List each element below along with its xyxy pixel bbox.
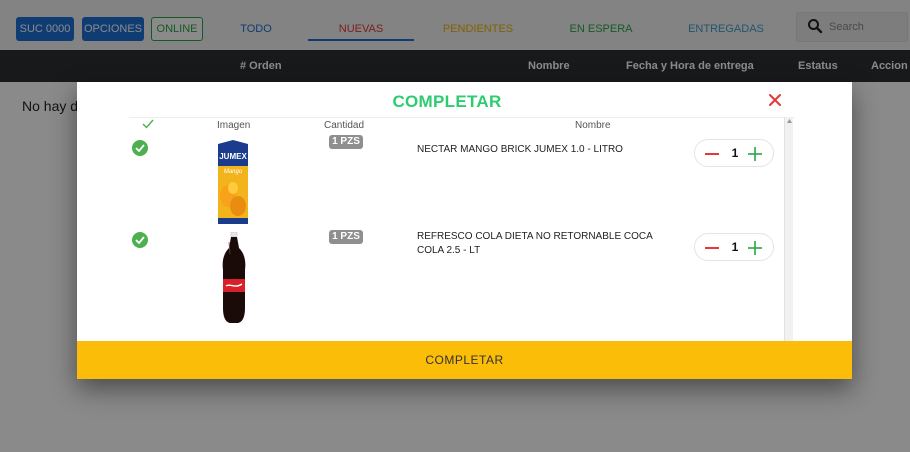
plus-icon[interactable]: [747, 240, 763, 256]
column-header-imagen: Imagen: [217, 120, 251, 131]
quantity-badge: 1 PZS: [329, 135, 363, 149]
complete-button[interactable]: COMPLETAR: [77, 341, 852, 379]
minus-icon[interactable]: [705, 153, 719, 155]
modal-title: COMPLETAR: [392, 92, 502, 111]
close-icon[interactable]: [768, 93, 782, 107]
plus-icon[interactable]: [747, 146, 763, 162]
item-checked-icon[interactable]: [132, 140, 148, 156]
quantity-value: 1: [731, 146, 739, 160]
jumex-brand-text: JUMEX: [219, 152, 247, 161]
check-column-icon: [142, 119, 154, 129]
jumex-mango-carton-image: JUMEX Mango: [218, 140, 248, 224]
column-header-nombre: Nombre: [575, 120, 611, 131]
quantity-stepper[interactable]: 1: [694, 139, 774, 167]
minus-icon[interactable]: [705, 247, 719, 249]
item-name: NECTAR MANGO BRICK JUMEX 1.0 - LITRO: [417, 144, 623, 155]
coca-cola-bottle-image: [222, 232, 246, 323]
order-items-list[interactable]: Imagen Cantidad Nombre JUMEX Mango 1 PZS…: [129, 117, 795, 342]
item-checked-icon[interactable]: [132, 232, 148, 248]
scroll-up-icon[interactable]: [787, 119, 792, 123]
quantity-badge: 1 PZS: [329, 230, 363, 244]
item-name: REFRESCO COLA DIETA NO RETORNABLE COCA C…: [417, 231, 653, 256]
complete-order-modal: COMPLETAR Imagen Cantidad Nombre JUMEX M…: [77, 82, 852, 379]
items-scrollbar[interactable]: [784, 117, 793, 342]
quantity-value: 1: [731, 240, 739, 254]
quantity-stepper[interactable]: 1: [694, 233, 774, 261]
column-header-cantidad: Cantidad: [324, 120, 365, 131]
jumex-flavor-text: Mango: [224, 169, 243, 175]
